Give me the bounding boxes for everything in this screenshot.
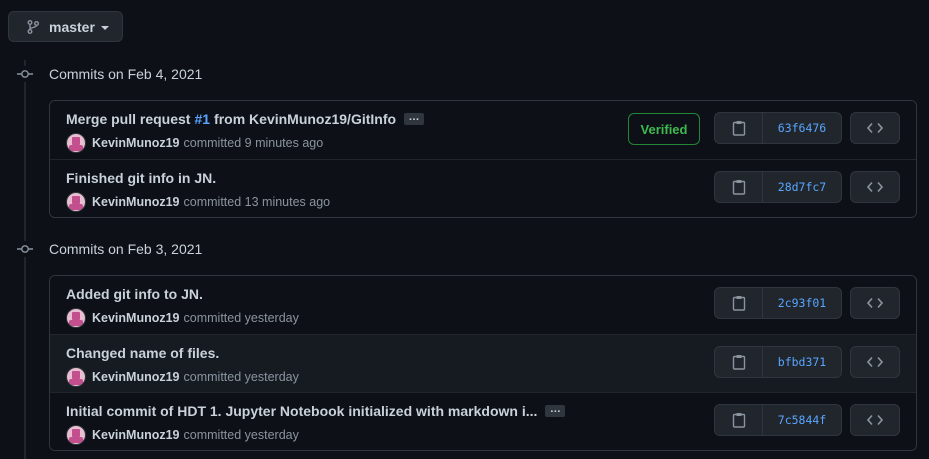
- browse-files-button[interactable]: [850, 404, 900, 436]
- commit-action: committed: [183, 311, 242, 325]
- clipboard-icon: [732, 180, 745, 195]
- avatar[interactable]: [66, 367, 86, 387]
- copy-sha-button[interactable]: [715, 172, 763, 202]
- commit-message[interactable]: Initial commit of HDT 1. Jupyter Noteboo…: [66, 403, 537, 419]
- author-link[interactable]: KevinMunoz19: [92, 195, 180, 209]
- commit-action: committed: [183, 136, 242, 150]
- sha-button-group: bfbd371: [714, 346, 842, 378]
- branch-select-button[interactable]: master: [8, 11, 123, 42]
- code-icon: [867, 356, 883, 368]
- git-commit-icon: [17, 66, 33, 82]
- clipboard-icon: [732, 355, 745, 370]
- clipboard-icon: [732, 413, 745, 428]
- commit-sha-link[interactable]: 2c93f01: [763, 288, 841, 318]
- git-branch-icon: [25, 19, 41, 35]
- browse-files-button[interactable]: [850, 346, 900, 378]
- commit-time: 13 minutes ago: [244, 195, 331, 209]
- commit-group-header: Commits on Feb 4, 2021: [17, 64, 202, 84]
- commit-group-header: Commits on Feb 3, 2021: [17, 239, 202, 259]
- clipboard-icon: [732, 121, 745, 136]
- browse-files-button[interactable]: [850, 287, 900, 319]
- browse-files-button[interactable]: [850, 112, 900, 144]
- avatar[interactable]: [66, 133, 86, 153]
- code-icon: [867, 181, 883, 193]
- chevron-down-icon: [100, 25, 109, 30]
- copy-sha-button[interactable]: [715, 113, 763, 143]
- commit-time: 9 minutes ago: [244, 136, 324, 150]
- commit-time: yesterday: [244, 311, 299, 325]
- copy-sha-button[interactable]: [715, 288, 763, 318]
- commit-group-date: Commits on Feb 4, 2021: [49, 66, 203, 82]
- commit-sha-link[interactable]: 7c5844f: [763, 405, 841, 435]
- code-icon: [867, 297, 883, 309]
- commit-action: committed: [183, 195, 242, 209]
- commit-sha-link[interactable]: 63f6476: [763, 113, 841, 143]
- code-icon: [867, 414, 883, 426]
- sha-button-group: 28d7fc7: [714, 171, 842, 203]
- verified-badge[interactable]: Verified: [628, 113, 700, 145]
- branch-name: master: [49, 18, 95, 35]
- issue-link[interactable]: #1: [194, 111, 210, 127]
- commit-sha-link[interactable]: bfbd371: [763, 347, 841, 377]
- expand-message-button[interactable]: …: [404, 112, 425, 125]
- clipboard-icon: [732, 296, 745, 311]
- commit-message[interactable]: Merge pull request: [66, 111, 190, 127]
- commit-row: Changed name of files. KevinMunoz19 comm…: [50, 334, 916, 392]
- commit-list: Added git info to JN. KevinMunoz19 commi…: [49, 275, 917, 451]
- author-link[interactable]: KevinMunoz19: [92, 311, 180, 325]
- sha-button-group: 2c93f01: [714, 287, 842, 319]
- browse-files-button[interactable]: [850, 171, 900, 203]
- commit-time: yesterday: [244, 428, 299, 442]
- commit-row: Initial commit of HDT 1. Jupyter Noteboo…: [50, 392, 916, 450]
- sha-button-group: 7c5844f: [714, 404, 842, 436]
- code-icon: [867, 122, 883, 134]
- timeline-line: [24, 60, 26, 459]
- commit-message[interactable]: Added git info to JN.: [66, 286, 203, 302]
- commit-row: Merge pull request #1 from KevinMunoz19/…: [50, 101, 916, 159]
- commit-time: yesterday: [244, 370, 299, 384]
- commit-action: committed: [183, 428, 242, 442]
- commit-message[interactable]: Changed name of files.: [66, 345, 219, 361]
- commit-message-suffix[interactable]: from KevinMunoz19/GitInfo: [214, 111, 396, 127]
- commit-action: committed: [183, 370, 242, 384]
- copy-sha-button[interactable]: [715, 347, 763, 377]
- expand-message-button[interactable]: …: [545, 404, 566, 417]
- copy-sha-button[interactable]: [715, 405, 763, 435]
- commit-group-date: Commits on Feb 3, 2021: [49, 241, 203, 257]
- commit-message[interactable]: Finished git info in JN.: [66, 170, 216, 186]
- author-link[interactable]: KevinMunoz19: [92, 370, 180, 384]
- avatar[interactable]: [66, 308, 86, 328]
- commit-row: Finished git info in JN. KevinMunoz19 co…: [50, 159, 916, 217]
- author-link[interactable]: KevinMunoz19: [92, 136, 180, 150]
- sha-button-group: 63f6476: [714, 112, 842, 144]
- author-link[interactable]: KevinMunoz19: [92, 428, 180, 442]
- commit-list: Merge pull request #1 from KevinMunoz19/…: [49, 100, 917, 218]
- avatar[interactable]: [66, 192, 86, 212]
- commit-row: Added git info to JN. KevinMunoz19 commi…: [50, 276, 916, 334]
- commit-sha-link[interactable]: 28d7fc7: [763, 172, 841, 202]
- avatar[interactable]: [66, 425, 86, 445]
- git-commit-icon: [17, 241, 33, 257]
